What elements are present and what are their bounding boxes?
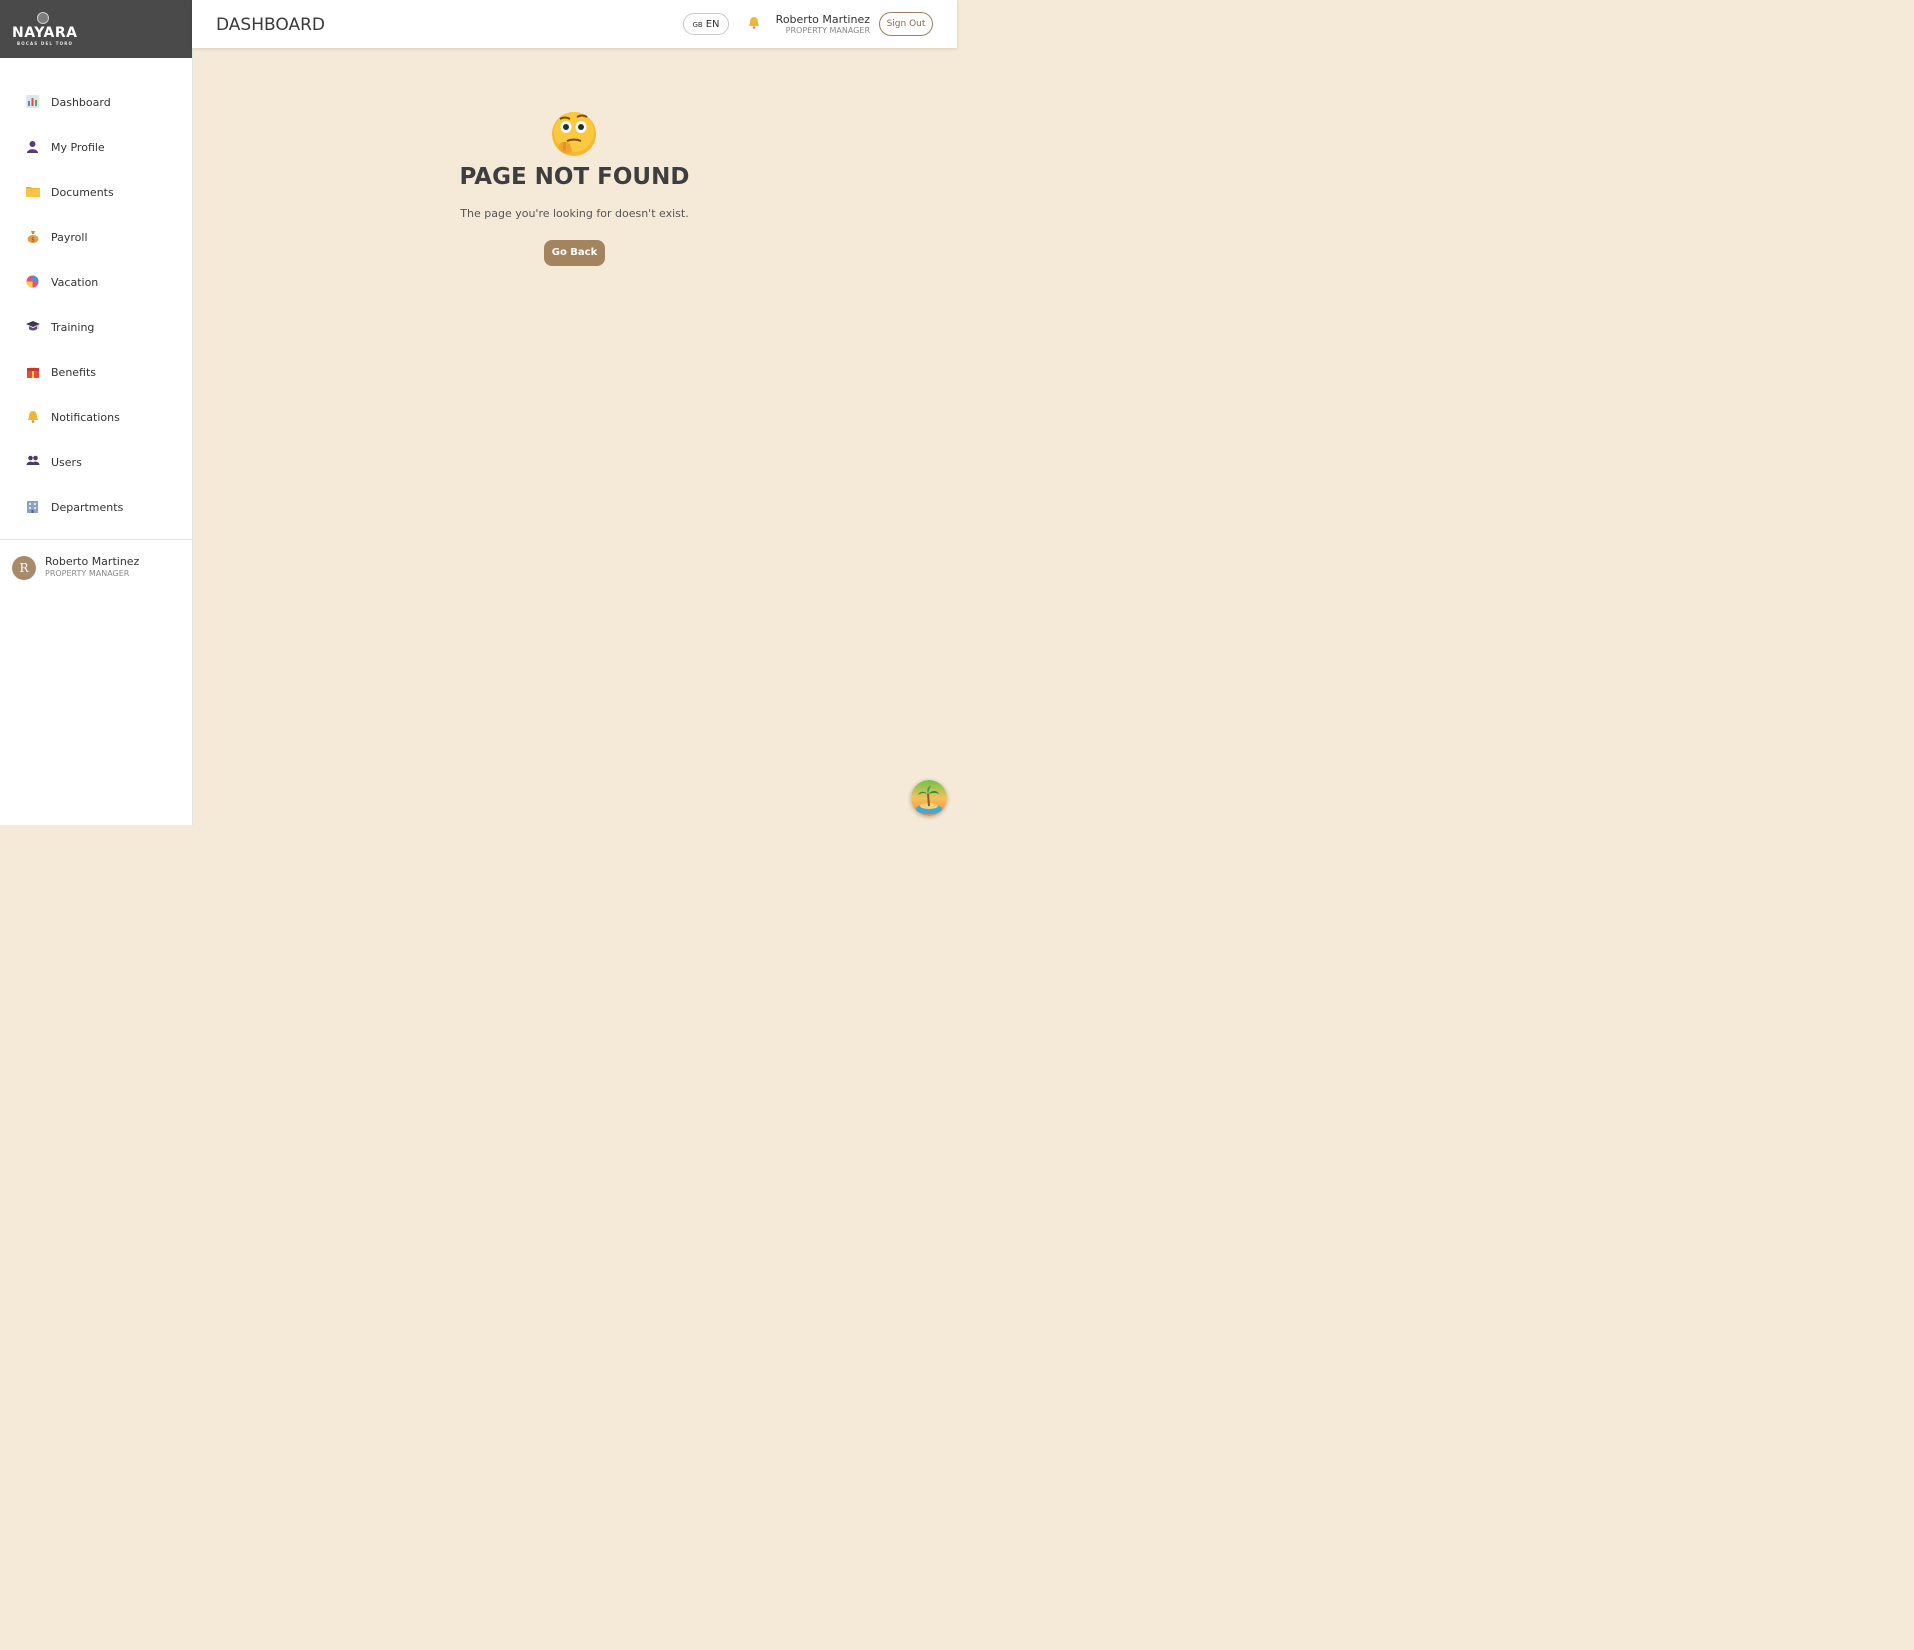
flag-icon: GB (692, 21, 703, 29)
sidebar-item-departments[interactable]: Departments (0, 485, 192, 530)
graduation-cap-icon (25, 320, 40, 335)
sidebar-item-label: Benefits (51, 366, 97, 379)
island-assistant-button[interactable] (911, 780, 947, 816)
sidebar-item-label: Users (51, 456, 82, 469)
brand-subtitle: BOCAS DEL TORO (17, 41, 74, 46)
sidebar-user-name: Roberto Martinez (45, 555, 140, 568)
go-back-button[interactable]: Go Back (544, 240, 605, 266)
sidebar-item-label: Departments (51, 501, 124, 514)
sidebar-item-my-profile[interactable]: My Profile (0, 125, 192, 170)
building-icon (25, 500, 40, 515)
beach-ball-icon (25, 275, 40, 290)
app-root: NAYARA BOCAS DEL TORO Dashboard My Profi… (0, 0, 957, 825)
svg-text:$: $ (31, 237, 35, 244)
sidebar-item-payroll[interactable]: $ Payroll (0, 215, 192, 260)
thinking-face-icon (551, 111, 597, 157)
avatar: R (12, 556, 36, 580)
sidebar-item-benefits[interactable]: Benefits (0, 350, 192, 395)
sidebar-item-label: Documents (51, 186, 114, 199)
sidebar-item-label: Payroll (51, 231, 88, 244)
language-switcher-button[interactable]: GB EN (683, 13, 729, 35)
island-icon (911, 780, 947, 816)
sidebar-item-dashboard[interactable]: Dashboard (0, 80, 192, 125)
sidebar-item-label: Notifications (51, 411, 120, 424)
sidebar-user-card[interactable]: R Roberto Martinez PROPERTY MANAGER (0, 539, 192, 596)
header-user-role: PROPERTY MANAGER (785, 26, 870, 35)
bell-icon (25, 410, 40, 425)
page-title: DASHBOARD (216, 15, 325, 35)
sidebar-item-vacation[interactable]: Vacation (0, 260, 192, 305)
sidebar-item-training[interactable]: Training (0, 305, 192, 350)
folder-icon (25, 185, 40, 200)
sign-out-button[interactable]: Sign Out (879, 12, 933, 36)
not-found-description: The page you're looking for doesn't exis… (460, 207, 689, 220)
sidebar-item-label: Training (51, 321, 95, 334)
users-icon (25, 455, 40, 470)
brand-logo[interactable]: NAYARA BOCAS DEL TORO (0, 0, 192, 58)
sidebar-item-documents[interactable]: Documents (0, 170, 192, 215)
sidebar-item-label: Dashboard (51, 96, 111, 109)
not-found-title: PAGE NOT FOUND (459, 164, 690, 190)
sidebar-item-users[interactable]: Users (0, 440, 192, 485)
bar-chart-icon (25, 95, 40, 110)
sidebar: NAYARA BOCAS DEL TORO Dashboard My Profi… (0, 0, 193, 825)
person-icon (25, 140, 40, 155)
sidebar-item-label: Vacation (51, 276, 99, 289)
sidebar-item-notifications[interactable]: Notifications (0, 395, 192, 440)
notifications-bell-icon[interactable] (748, 16, 760, 32)
sidebar-item-label: My Profile (51, 141, 105, 154)
money-bag-icon: $ (25, 230, 40, 245)
top-header: DASHBOARD GB EN Roberto Martinez PROPERTY… (192, 0, 957, 48)
header-user-name: Roberto Martinez (775, 13, 870, 26)
gift-icon (25, 365, 40, 380)
sidebar-nav: Dashboard My Profile Documents $ Payroll (0, 80, 192, 530)
logo-mark-icon (37, 12, 49, 24)
language-code: EN (705, 19, 720, 30)
brand-name: NAYARA (12, 25, 78, 41)
sidebar-user-role: PROPERTY MANAGER (45, 569, 130, 578)
